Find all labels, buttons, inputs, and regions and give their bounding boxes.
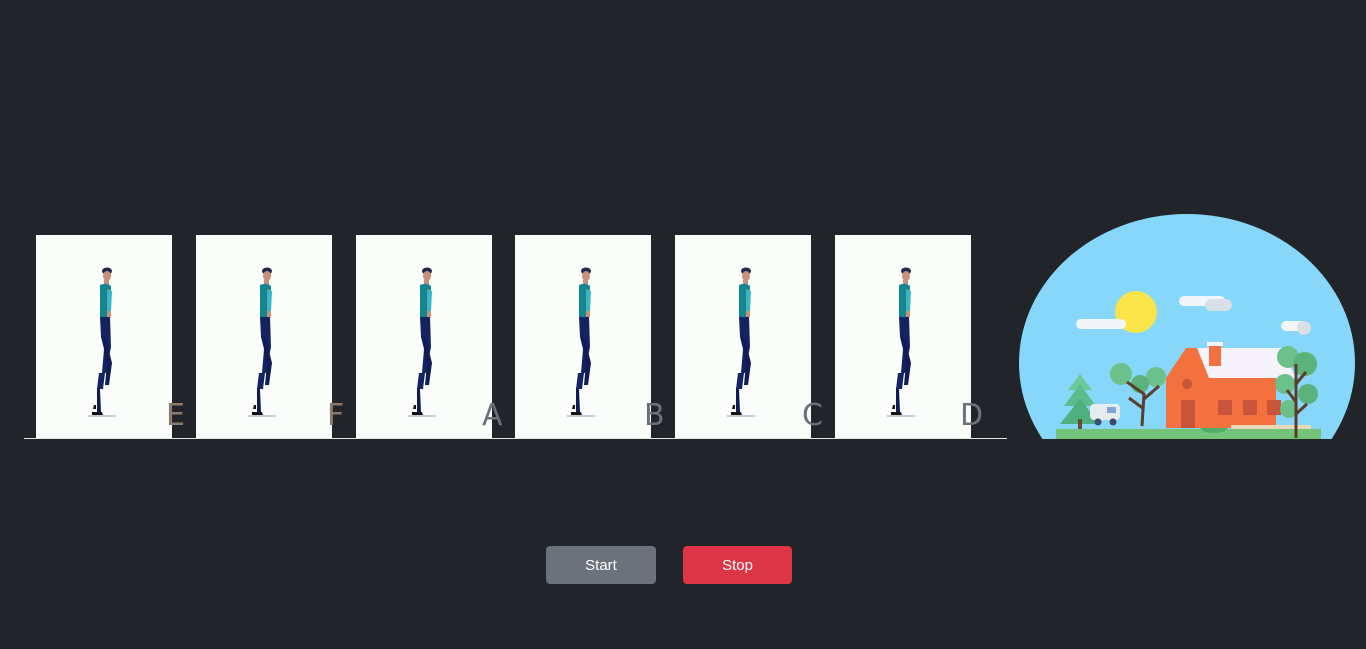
cloud-icon <box>1076 319 1126 329</box>
start-button[interactable]: Start <box>546 546 656 584</box>
walk-frame <box>196 235 332 439</box>
walk-frame <box>515 235 651 439</box>
frame-letter: F <box>327 398 345 433</box>
walking-person-icon <box>567 267 595 417</box>
frame-letter: E <box>166 398 185 433</box>
walking-person-icon <box>887 267 915 417</box>
walk-frame <box>356 235 492 439</box>
walk-frame <box>835 235 971 439</box>
walking-person-icon <box>727 267 755 417</box>
stop-button[interactable]: Stop <box>683 546 792 584</box>
walking-person-icon <box>408 267 436 417</box>
frame-letter: B <box>644 398 665 433</box>
frame-letter: C <box>802 398 823 433</box>
walk-frame <box>675 235 811 439</box>
walking-person-icon <box>248 267 276 417</box>
walking-person-icon <box>88 267 116 417</box>
frame-letter: D <box>960 398 984 433</box>
house-scene-illustration <box>1019 214 1355 439</box>
walk-frame <box>36 235 172 439</box>
frame-letter: A <box>482 398 503 433</box>
ground-line <box>24 438 1007 439</box>
animation-stage: E F A B C D Start Stop <box>0 0 1366 649</box>
